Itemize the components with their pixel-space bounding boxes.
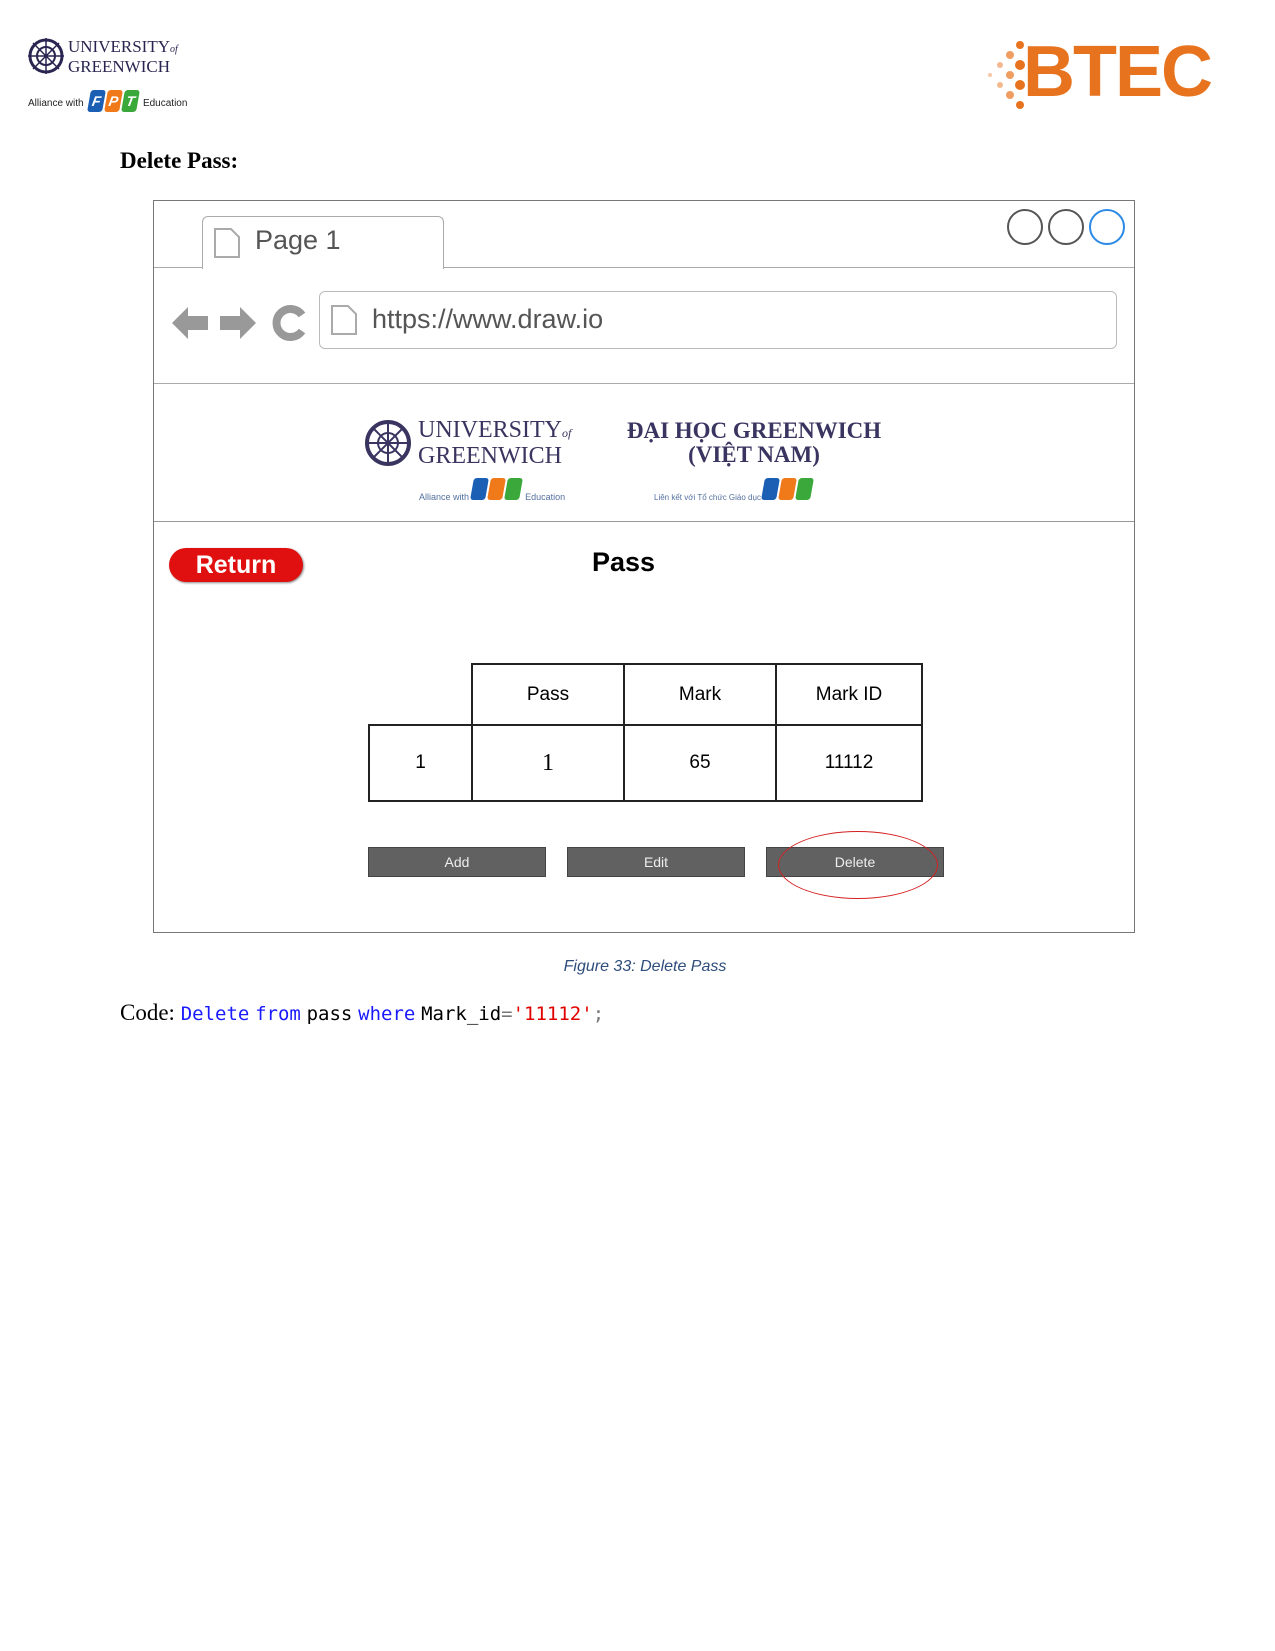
browser-mockup: Page 1 https://www.draw.io UNIVERSITYof G…	[153, 200, 1135, 933]
pass-table: Pass Mark Mark ID 1 1 65 11112	[368, 663, 923, 802]
table-cell: 1	[368, 724, 473, 802]
logo-text: UNIVERSITY	[68, 37, 170, 56]
code-punctuation: ;	[592, 1003, 605, 1025]
code-keyword: Delete	[180, 1003, 250, 1025]
logo-text: UNIVERSITY	[418, 417, 562, 443]
tab-label: Page 1	[255, 225, 341, 255]
window-control-button[interactable]	[1048, 209, 1084, 245]
section-title: Delete Pass:	[120, 148, 239, 173]
code-operator: =	[501, 1003, 513, 1025]
fpt-letter: T	[121, 90, 141, 112]
logo-text: of	[170, 44, 178, 55]
forward-arrow-icon	[220, 307, 256, 339]
figure-caption: Figure 33: Delete Pass	[563, 958, 727, 975]
table-row[interactable]: 1 1 65 11112	[368, 724, 923, 802]
code-label: Code:	[120, 1000, 175, 1025]
table-cell: 65	[623, 724, 777, 802]
back-arrow-icon	[172, 307, 208, 339]
logo-text: of	[562, 426, 572, 440]
fpt-letter: F	[87, 90, 107, 112]
refresh-icon	[272, 305, 306, 341]
dots-decoration-icon	[988, 41, 1025, 109]
code-keyword: from	[255, 1003, 301, 1025]
education-text: Education	[525, 492, 566, 502]
code-identifier: pass	[306, 1003, 353, 1025]
header-cell: Mark ID	[775, 663, 923, 726]
header-cell: Mark	[623, 663, 777, 726]
highlight-ellipse	[778, 831, 938, 899]
alliance-text: Alliance with	[28, 98, 84, 109]
edit-button[interactable]: Edit	[567, 847, 745, 877]
logo-text: (VIỆT NAM)	[688, 442, 820, 467]
logo-text: GREENWICH	[418, 443, 562, 469]
page-title: Pass	[592, 547, 656, 577]
btec-text: BTEC	[1023, 32, 1213, 112]
table-cell: 1	[471, 724, 625, 802]
logo-text: GREENWICH	[68, 57, 170, 76]
page-icon	[331, 305, 357, 335]
logo-text: ĐẠI HỌC GREENWICH	[626, 418, 882, 443]
code-keyword: where	[358, 1003, 416, 1025]
tab-page-1[interactable]: Page 1	[202, 216, 444, 269]
fpt-letter: P	[104, 90, 124, 112]
education-text: Education	[142, 98, 188, 109]
navigation-icons	[172, 305, 306, 341]
url-text: https://www.draw.io	[372, 304, 604, 334]
header-cell	[369, 664, 472, 726]
return-button[interactable]: Return	[169, 548, 303, 582]
code-identifier: Mark_id	[421, 1003, 502, 1025]
compass-emblem-icon	[365, 420, 411, 466]
alliance-text: Liên kết với Tổ chức Giáo dục	[654, 493, 761, 502]
add-button[interactable]: Add	[368, 847, 546, 877]
header-cell: Pass	[471, 663, 625, 726]
table-cell: 11112	[775, 724, 923, 802]
window-control-button[interactable]	[1089, 209, 1125, 245]
page-icon	[214, 228, 240, 258]
window-control-button[interactable]	[1007, 209, 1043, 245]
code-string: '11112'	[512, 1003, 593, 1025]
document-page: UNIVERSITYof GREENWICH Alliance with FPT …	[0, 0, 1275, 1651]
url-bar[interactable]: https://www.draw.io	[319, 291, 1117, 349]
table-header-row: Pass Mark Mark ID	[369, 663, 923, 726]
alliance-text: Alliance with	[419, 492, 470, 502]
code-line: Code: Delete from pass where Mark_id='11…	[120, 1000, 604, 1026]
compass-emblem-icon	[28, 38, 64, 74]
